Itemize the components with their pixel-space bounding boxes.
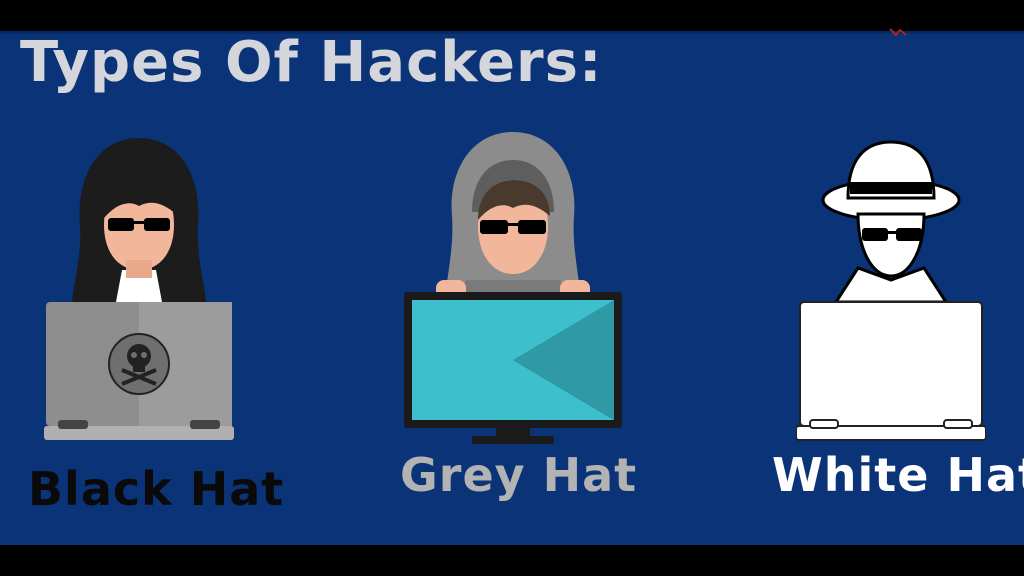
white-hat-hacker-illustration — [796, 130, 986, 450]
grey-hat-hacker-illustration — [400, 130, 626, 450]
white-hat-label: White Hat — [772, 448, 1024, 502]
page-title: Types Of Hackers: — [20, 30, 603, 95]
top-black-bar — [0, 0, 1024, 34]
grey-hat-label: Grey Hat — [400, 448, 638, 502]
corner-logo-fragment — [889, 28, 907, 37]
black-hat-label: Black Hat — [28, 462, 285, 516]
bottom-black-bar — [0, 545, 1024, 576]
black-hat-hacker-illustration — [44, 130, 234, 450]
